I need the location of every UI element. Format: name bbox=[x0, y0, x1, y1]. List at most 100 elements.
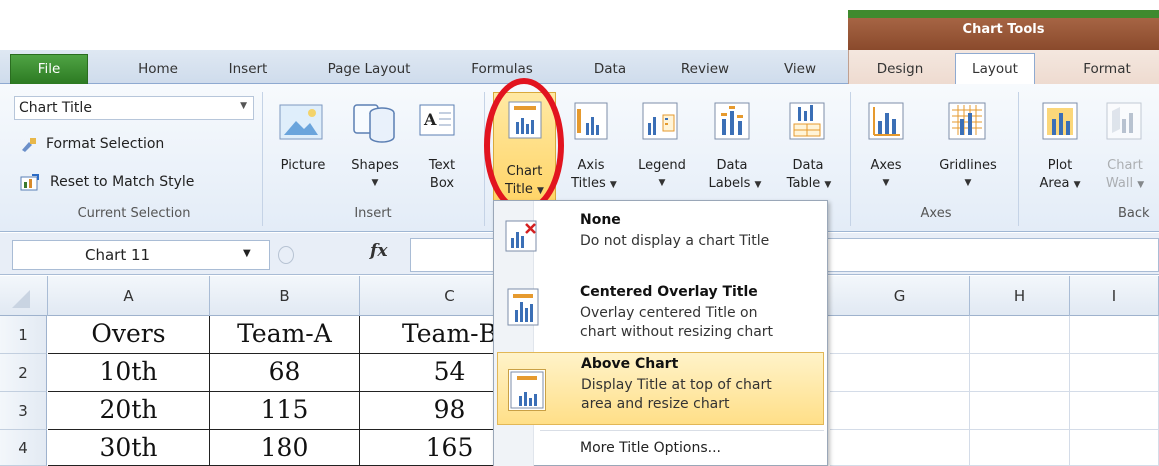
dropdown-arrow-icon: ▼ bbox=[371, 178, 379, 188]
column-header-a[interactable]: A bbox=[48, 276, 210, 316]
gridlines-button[interactable]: Gridlines ▼ bbox=[926, 95, 1010, 195]
shapes-label: Shapes bbox=[351, 158, 399, 173]
menu-above-desc-2: area and resize chart bbox=[581, 396, 730, 412]
tab-review[interactable]: Review bbox=[665, 56, 745, 84]
grid-cells-i[interactable] bbox=[1070, 316, 1159, 466]
grid-cells-h[interactable] bbox=[970, 316, 1070, 466]
tab-design[interactable]: Design bbox=[862, 56, 938, 84]
tab-view[interactable]: View bbox=[770, 56, 830, 84]
chart-wall-button: Chart Wall ▼ bbox=[1094, 95, 1156, 195]
cell-b2[interactable]: 68 bbox=[210, 354, 360, 392]
tab-data[interactable]: Data bbox=[580, 56, 640, 84]
axis-titles-icon bbox=[574, 101, 608, 141]
tab-page-layout[interactable]: Page Layout bbox=[310, 56, 428, 84]
menu-item-none[interactable]: None Do not display a chart Title bbox=[497, 204, 824, 274]
menu-item-above-chart[interactable]: Above Chart Display Title at top of char… bbox=[497, 352, 824, 425]
row-header-1[interactable]: 1 bbox=[0, 316, 47, 354]
reset-style-icon bbox=[20, 174, 40, 192]
chevron-down-icon: ▼ bbox=[240, 101, 247, 111]
group-separator bbox=[262, 92, 263, 226]
axis-titles-label-2: Titles ▼ bbox=[571, 176, 617, 191]
format-selection-button[interactable]: Format Selection bbox=[20, 135, 240, 157]
column-header-g[interactable]: G bbox=[830, 276, 970, 316]
data-labels-label-2: Labels ▼ bbox=[708, 176, 762, 191]
axis-titles-button[interactable]: Axis Titles ▼ bbox=[566, 95, 626, 195]
menu-item-centered-overlay[interactable]: Centered Overlay Title Overlay centered … bbox=[497, 278, 824, 350]
centered-overlay-title-icon bbox=[507, 288, 541, 328]
menu-above-title: Above Chart bbox=[581, 356, 679, 372]
axes-group-label: Axes bbox=[920, 206, 952, 221]
select-all-corner[interactable] bbox=[0, 276, 48, 316]
column-header-b[interactable]: B bbox=[210, 276, 360, 316]
text-box-button[interactable]: A Text Box bbox=[412, 95, 472, 195]
insert-function-icon[interactable]: fx bbox=[370, 241, 387, 261]
group-separator bbox=[1018, 92, 1019, 226]
menu-overlay-title: Centered Overlay Title bbox=[580, 284, 758, 300]
axes-label: Axes bbox=[870, 158, 902, 173]
cell-a3[interactable]: 20th bbox=[48, 392, 210, 430]
legend-icon bbox=[642, 101, 678, 141]
data-table-button[interactable]: Data Table ▼ bbox=[775, 95, 843, 195]
insert-group-label: Insert bbox=[354, 206, 392, 221]
chart-elements-value: Chart Title bbox=[19, 100, 92, 116]
shapes-button[interactable]: Shapes ▼ bbox=[340, 95, 410, 195]
menu-item-more-title-options[interactable]: More Title Options... bbox=[497, 432, 824, 464]
dropdown-arrow-icon: ▼ bbox=[964, 178, 972, 188]
axis-titles-label-1: Axis bbox=[577, 158, 605, 173]
menu-separator bbox=[540, 430, 824, 431]
chart-wall-label-2: Wall ▼ bbox=[1105, 176, 1145, 191]
cell-a1[interactable]: Overs bbox=[48, 316, 210, 354]
reset-to-match-style-button[interactable]: Reset to Match Style bbox=[20, 172, 240, 194]
data-labels-label-1: Data bbox=[716, 158, 748, 173]
tab-file[interactable]: File bbox=[10, 54, 88, 84]
axes-icon bbox=[868, 101, 904, 141]
text-box-icon: A bbox=[418, 101, 458, 141]
cell-a4[interactable]: 30th bbox=[48, 430, 210, 466]
name-box[interactable]: Chart 11 ▼ bbox=[12, 240, 270, 270]
more-title-options-label: More Title Options... bbox=[580, 440, 721, 456]
tab-layout[interactable]: Layout bbox=[955, 53, 1035, 85]
chart-wall-icon bbox=[1106, 101, 1142, 141]
row-header-4[interactable]: 4 bbox=[0, 430, 47, 466]
chart-elements-dropdown[interactable]: Chart Title ▼ bbox=[14, 96, 254, 120]
row-header-3[interactable]: 3 bbox=[0, 392, 47, 430]
menu-none-desc: Do not display a chart Title bbox=[580, 233, 770, 249]
tab-home[interactable]: Home bbox=[122, 56, 194, 84]
tab-insert[interactable]: Insert bbox=[215, 56, 281, 84]
gridlines-icon bbox=[948, 101, 986, 141]
cell-b3[interactable]: 115 bbox=[210, 392, 360, 430]
dropdown-arrow-icon: ▼ bbox=[658, 178, 666, 188]
column-header-h[interactable]: H bbox=[970, 276, 1070, 316]
plot-area-icon bbox=[1042, 101, 1078, 141]
annotation-circle bbox=[484, 78, 564, 213]
background-group-label: Back bbox=[1118, 206, 1150, 221]
menu-none-title: None bbox=[580, 212, 621, 228]
legend-button[interactable]: Legend ▼ bbox=[630, 95, 694, 195]
no-title-icon bbox=[505, 220, 539, 254]
format-brush-icon bbox=[20, 137, 38, 153]
svg-text:A: A bbox=[423, 110, 437, 129]
plot-area-button[interactable]: Plot Area ▼ bbox=[1030, 95, 1090, 195]
name-box-value: Chart 11 bbox=[85, 246, 151, 264]
data-labels-icon bbox=[714, 101, 750, 141]
row-header-2[interactable]: 2 bbox=[0, 354, 47, 392]
text-box-label-2: Box bbox=[429, 176, 455, 191]
menu-above-desc-1: Display Title at top of chart bbox=[581, 377, 772, 393]
axes-button[interactable]: Axes ▼ bbox=[858, 95, 914, 195]
cell-b4[interactable]: 180 bbox=[210, 430, 360, 466]
cell-b1[interactable]: Team-A bbox=[210, 316, 360, 354]
chart-tools-stripe bbox=[848, 10, 1159, 18]
column-header-i[interactable]: I bbox=[1070, 276, 1159, 316]
chevron-down-icon: ▼ bbox=[243, 248, 251, 259]
tab-format[interactable]: Format bbox=[1062, 56, 1152, 84]
data-labels-button[interactable]: Data Labels ▼ bbox=[700, 95, 770, 195]
grid-cells-g[interactable] bbox=[830, 316, 970, 466]
picture-icon bbox=[278, 101, 324, 143]
chart-tools-label: Chart Tools bbox=[962, 22, 1045, 37]
dropdown-arrow-icon: ▼ bbox=[882, 178, 890, 188]
formula-bar-expander[interactable] bbox=[278, 246, 294, 264]
data-table-label-2: Table ▼ bbox=[786, 176, 832, 191]
above-chart-title-icon bbox=[508, 369, 546, 411]
picture-button[interactable]: Picture bbox=[268, 95, 338, 195]
cell-a2[interactable]: 10th bbox=[48, 354, 210, 392]
